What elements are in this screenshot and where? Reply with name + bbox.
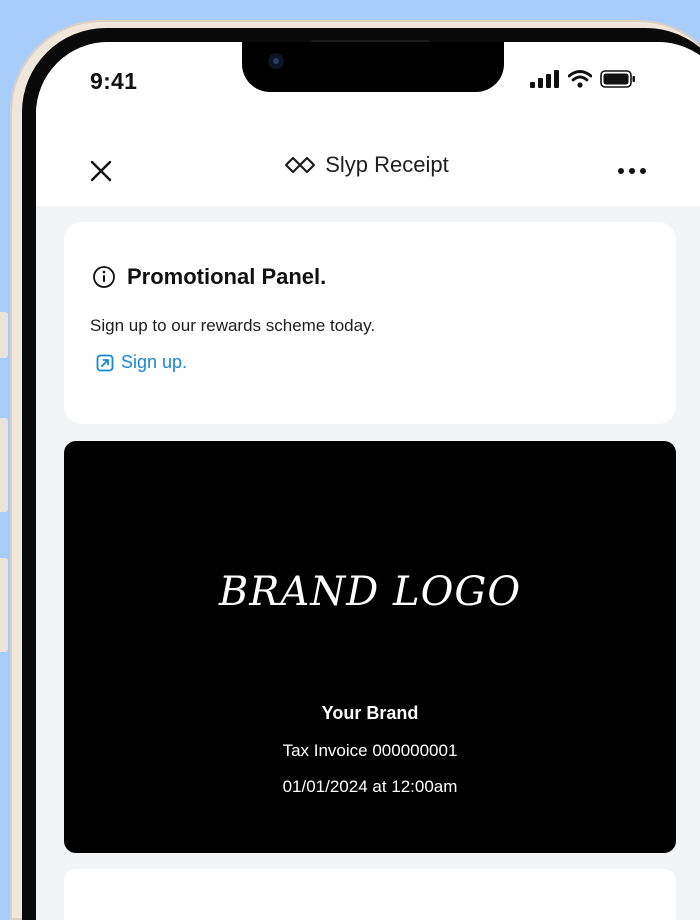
sign-up-link[interactable]: Sign up. [96,352,187,373]
status-icons [530,70,636,88]
wifi-icon [568,70,592,88]
nav-title-group: Slyp Receipt [36,152,696,178]
receipt-header-card: BRAND LOGO Your Brand Tax Invoice 000000… [64,441,676,853]
phone-frame: 9:41 Slyp Receipt Promotional Panel. Sig… [10,20,700,920]
slyp-logo-icon [285,156,316,174]
more-horizontal-icon [618,168,646,174]
phone-screen: 9:41 Slyp Receipt Promotional Panel. Sig… [36,42,700,920]
receipt-datetime: 01/01/2024 at 12:00am [282,777,458,796]
brand-name: Your Brand [321,703,419,723]
info-icon [93,266,115,288]
promo-title: Promotional Panel. [127,264,327,289]
external-link-icon [96,354,114,371]
side-button-volume-up [0,418,8,512]
more-options-button[interactable] [612,158,652,184]
battery-icon [600,70,635,88]
phone-notch [242,42,504,92]
sign-up-link-label: Sign up. [121,352,188,372]
nav-title: Slyp Receipt [325,152,449,177]
tax-invoice-number: Tax Invoice 000000001 [282,741,458,760]
side-button-mute [0,312,8,358]
promotional-panel: Promotional Panel. Sign up to our reward… [64,222,676,424]
status-time: 9:41 [90,68,138,94]
side-button-volume-down [0,558,8,652]
promo-title-row: Promotional Panel. [92,264,326,290]
brand-logo: BRAND LOGO [218,569,522,615]
signal-icon [530,70,559,88]
receipt-details-card [64,869,676,920]
promo-description: Sign up to our rewards scheme today. [90,316,376,335]
phone-bezel: 9:41 Slyp Receipt Promotional Panel. Sig… [22,28,700,920]
front-camera [268,53,284,69]
